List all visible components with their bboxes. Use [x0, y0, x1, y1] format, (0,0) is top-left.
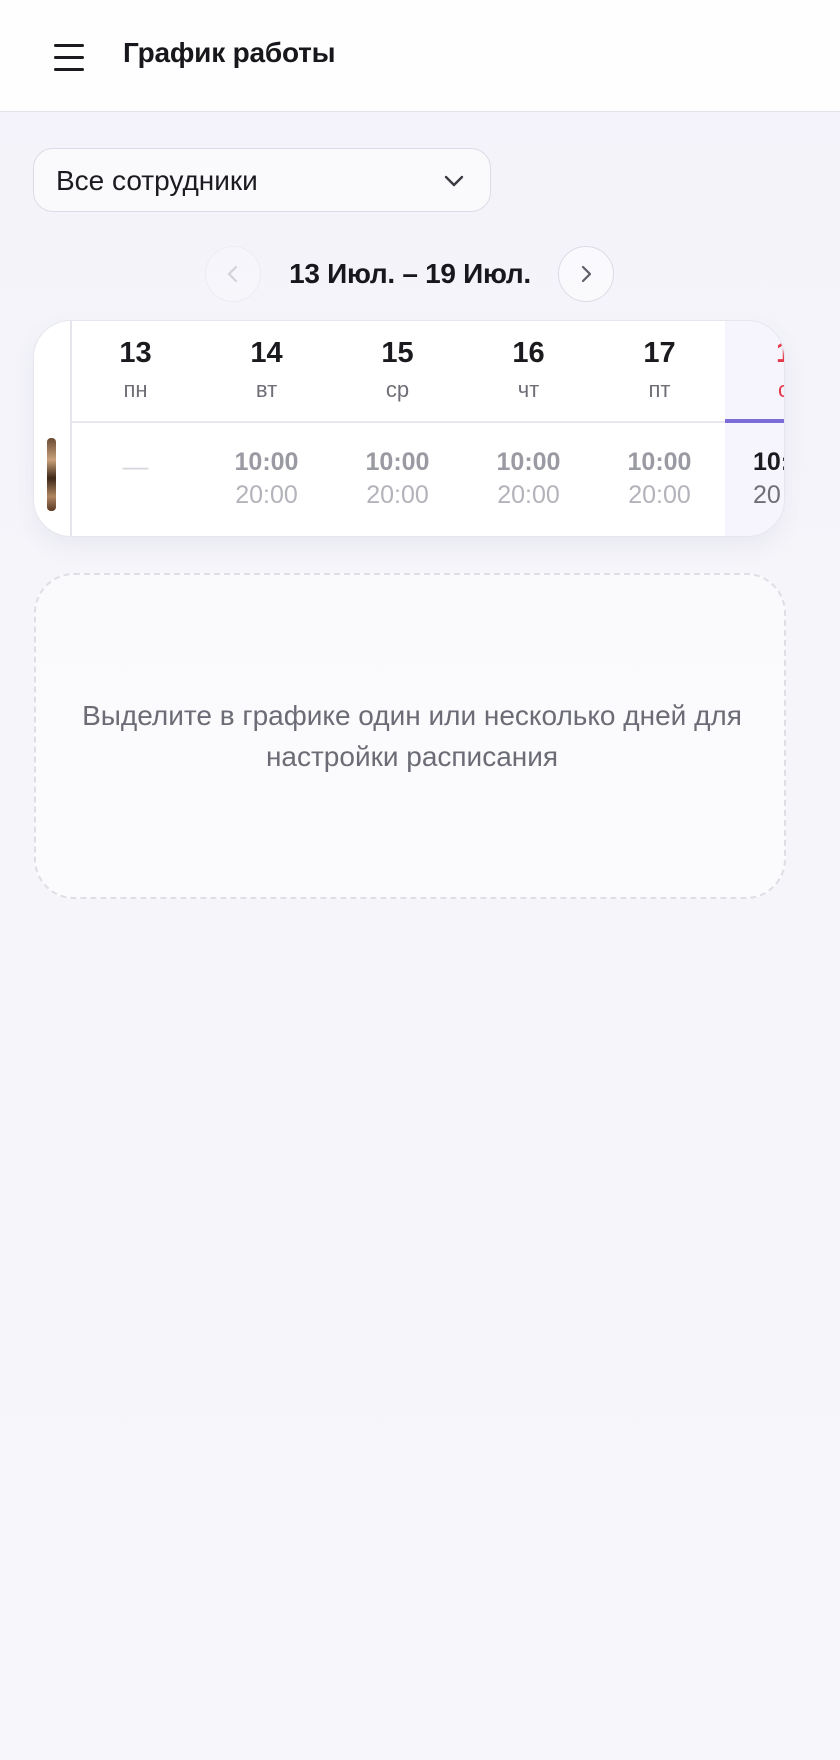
shift-end-time: 20	[753, 481, 781, 509]
day-number: 1	[725, 337, 784, 370]
selected-day-indicator	[725, 419, 784, 423]
shift-end-time: 20:00	[235, 481, 298, 509]
avatar[interactable]	[47, 438, 56, 511]
day-column-sat[interactable]: 1 с 10: 20	[725, 321, 784, 536]
chevron-down-icon	[444, 175, 464, 187]
day-column-fri[interactable]: 17 пт 10:00 20:00	[594, 321, 725, 536]
shift-start-time: 10:00	[496, 448, 561, 476]
day-column-thu[interactable]: 16 чт 10:00 20:00	[463, 321, 594, 536]
day-off-marker: —	[122, 451, 149, 481]
shift-end-time: 20:00	[497, 481, 560, 509]
day-name: пт	[648, 377, 671, 402]
chevron-right-icon	[581, 265, 592, 283]
prev-week-button[interactable]	[205, 246, 261, 302]
schedule-settings-placeholder: Выделите в графике один или несколько дн…	[34, 573, 786, 899]
day-number: 15	[381, 337, 414, 369]
shift-start-time: 10:00	[234, 448, 299, 476]
day-column-tue[interactable]: 14 вт 10:00 20:00	[201, 321, 332, 536]
hamburger-menu-icon[interactable]	[46, 40, 86, 74]
shift-start-time: 10:00	[627, 448, 692, 476]
shift-start-time: 10:	[753, 448, 784, 476]
week-range-label: 13 Июл. – 19 Июл.	[289, 258, 531, 289]
page-title: График работы	[123, 37, 336, 68]
day-column-wed[interactable]: 15 ср 10:00 20:00	[332, 321, 463, 536]
day-name: чт	[517, 377, 540, 402]
shift-start-time: 10:00	[365, 448, 430, 476]
next-week-button[interactable]	[558, 246, 614, 302]
day-name: пн	[123, 377, 148, 402]
shift-end-time: 20:00	[366, 481, 429, 509]
schedule-grid: 13 пн — 14 вт 10:00 20:00 15 ср 10:00 20…	[33, 320, 785, 537]
day-number: 14	[250, 337, 283, 369]
day-name: вт	[255, 377, 278, 402]
shift-end-time: 20:00	[628, 481, 691, 509]
day-name: с	[725, 377, 784, 403]
day-number: 13	[119, 337, 152, 369]
day-name: ср	[385, 377, 410, 402]
day-number: 16	[512, 337, 545, 369]
day-column-mon[interactable]: 13 пн —	[70, 321, 201, 536]
employee-column	[34, 321, 72, 536]
day-number: 17	[643, 337, 676, 369]
employee-select[interactable]: Все сотрудники	[33, 148, 491, 212]
app-header: График работы	[0, 0, 840, 112]
chevron-left-icon	[227, 265, 238, 283]
employee-select-value: Все сотрудники	[56, 165, 258, 196]
hint-text: Выделите в графике один или несколько дн…	[82, 700, 742, 772]
